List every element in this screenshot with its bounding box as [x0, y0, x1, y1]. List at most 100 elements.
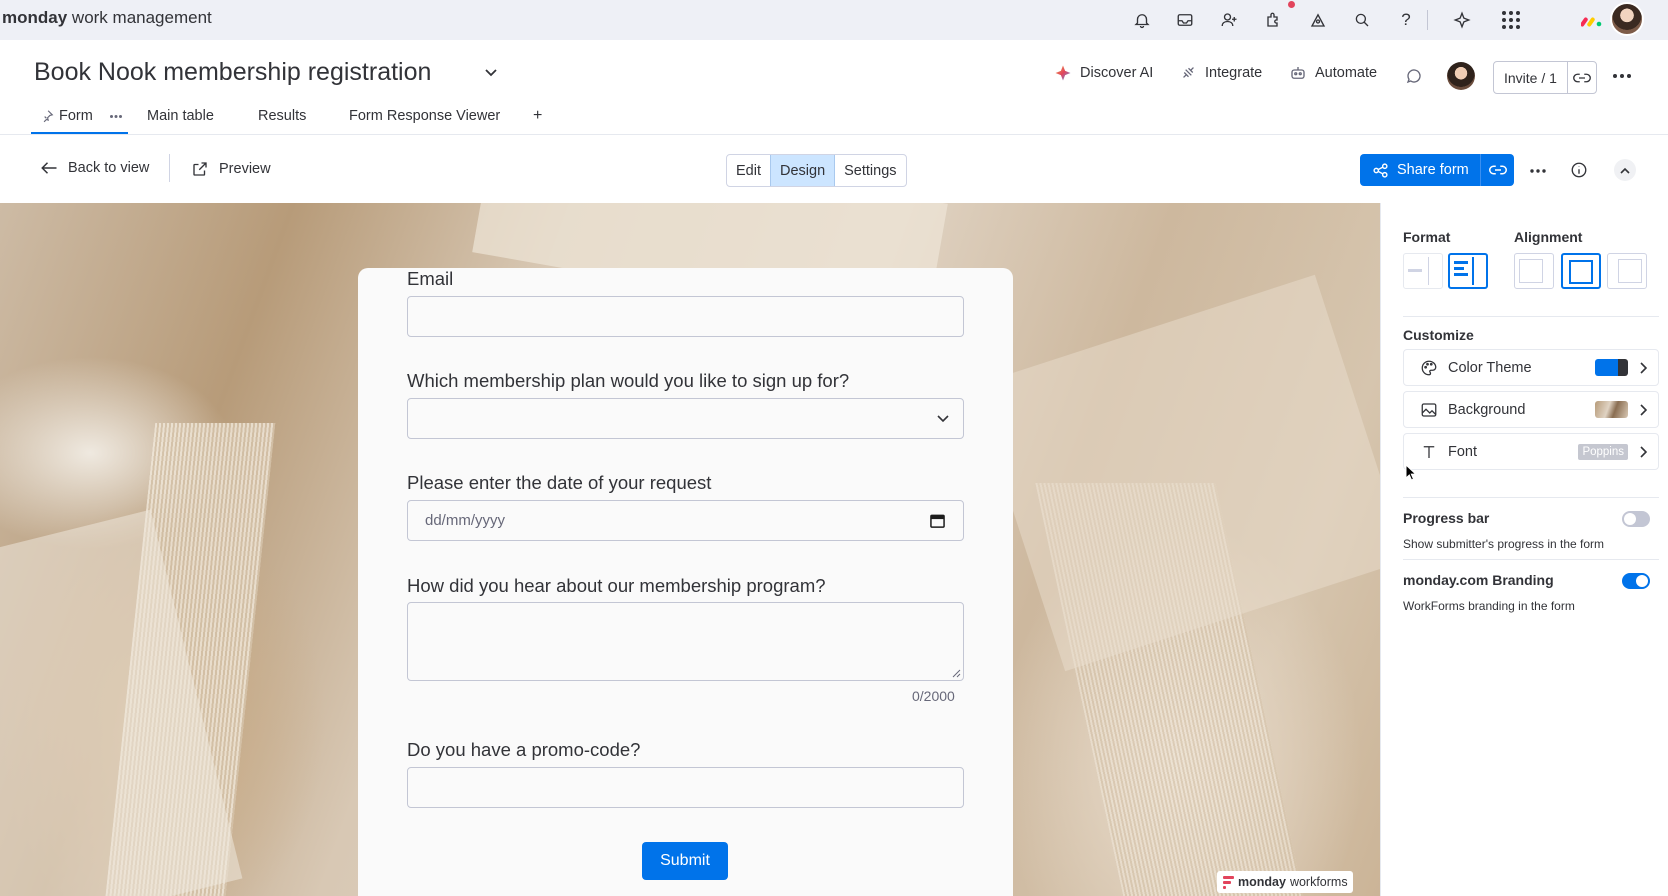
panel-divider — [1403, 497, 1659, 498]
progress-bar-toggle[interactable] — [1622, 511, 1650, 527]
info-icon[interactable] — [1568, 159, 1590, 181]
font-row[interactable]: Font Poppins — [1403, 433, 1659, 470]
tab-form[interactable]: Form — [40, 108, 122, 124]
collapse-icon[interactable] — [1614, 159, 1636, 181]
external-link-icon — [193, 162, 207, 176]
panel-divider — [1403, 316, 1659, 317]
branding-toggle[interactable] — [1622, 573, 1650, 589]
email-field[interactable] — [407, 296, 964, 337]
back-to-view-button[interactable]: Back to view — [40, 160, 149, 176]
progress-bar-description: Show submitter's progress in the form — [1403, 537, 1605, 551]
copy-form-link-icon[interactable] — [1480, 154, 1514, 186]
chevron-down-icon — [937, 415, 949, 423]
text-icon — [1423, 445, 1435, 458]
alignment-option-left[interactable] — [1514, 253, 1554, 289]
format-option-side[interactable] — [1448, 253, 1488, 289]
workforms-brand-bold: monday — [1238, 875, 1286, 889]
invite-label: Invite / 1 — [1494, 62, 1568, 93]
avatar[interactable] — [1610, 2, 1644, 36]
automate-button[interactable]: Automate — [1289, 64, 1377, 82]
color-theme-label: Color Theme — [1448, 359, 1532, 376]
branding-description: WorkForms branding in the form — [1403, 599, 1575, 613]
pin-icon — [43, 110, 54, 123]
comment-icon[interactable] — [1404, 66, 1424, 86]
form-more-options-icon[interactable] — [1527, 163, 1549, 179]
share-form-label: Share form — [1397, 162, 1469, 178]
integrate-label: Integrate — [1205, 64, 1263, 81]
brand-logo[interactable]: monday work management — [2, 8, 212, 28]
color-theme-swatch — [1595, 359, 1628, 376]
background-thumbnail — [1595, 401, 1628, 418]
apps-icon[interactable] — [1261, 7, 1287, 33]
monday-logo-icon[interactable] — [1579, 7, 1605, 33]
submit-button[interactable]: Submit — [642, 842, 728, 880]
question-hear-about-label: How did you hear about our membership pr… — [407, 575, 826, 596]
ai-sparkle-color-icon — [1055, 65, 1071, 81]
arrow-left-icon — [41, 162, 57, 174]
request-date-field[interactable]: dd/mm/yyyy — [407, 500, 964, 541]
date-placeholder: dd/mm/yyyy — [425, 512, 506, 529]
top-divider — [1427, 10, 1428, 30]
membership-plan-dropdown[interactable] — [407, 398, 964, 439]
alignment-option-center[interactable] — [1561, 253, 1601, 289]
board-owner-avatar[interactable] — [1447, 62, 1475, 90]
templates-icon[interactable] — [1305, 7, 1331, 33]
tab-form-response-viewer[interactable]: Form Response Viewer — [349, 108, 500, 124]
workforms-logo-icon — [1223, 875, 1234, 889]
bell-icon[interactable] — [1129, 7, 1155, 33]
image-icon — [1421, 402, 1437, 417]
copy-link-icon[interactable] — [1568, 72, 1596, 84]
preview-button[interactable]: Preview — [191, 160, 271, 178]
design-segment[interactable]: Design — [770, 155, 836, 186]
format-heading: Format — [1403, 229, 1451, 245]
toolbar-divider — [169, 154, 170, 182]
discover-ai-button[interactable]: Discover AI — [1054, 64, 1153, 82]
app-switcher-icon[interactable] — [1498, 7, 1524, 33]
more-options-icon[interactable] — [1610, 68, 1634, 84]
character-counter: 0/2000 — [912, 688, 955, 704]
tabs-divider — [0, 134, 1668, 135]
question-membership-plan-label: Which membership plan would you like to … — [407, 370, 850, 391]
ai-sparkle-icon[interactable] — [1449, 7, 1475, 33]
branding-heading: monday.com Branding — [1403, 572, 1554, 588]
help-icon[interactable]: ? — [1393, 7, 1419, 33]
tab-form-label: Form — [59, 108, 93, 124]
alignment-heading: Alignment — [1514, 229, 1583, 245]
chevron-down-icon[interactable] — [484, 68, 498, 78]
board-title[interactable]: Book Nook membership registration — [34, 58, 431, 87]
chevron-right-icon — [1628, 403, 1658, 416]
chevron-right-icon — [1628, 361, 1658, 374]
preview-label: Preview — [219, 161, 271, 177]
inbox-icon[interactable] — [1172, 7, 1198, 33]
chevron-right-icon — [1628, 445, 1658, 458]
progress-bar-heading: Progress bar — [1403, 510, 1490, 526]
integrate-icon — [1183, 67, 1194, 78]
robot-icon — [1291, 67, 1305, 79]
search-icon[interactable] — [1349, 7, 1375, 33]
tab-main-table[interactable]: Main table — [147, 108, 214, 124]
font-value-badge: Poppins — [1578, 443, 1628, 460]
alignment-option-right[interactable] — [1607, 253, 1647, 289]
integrate-button[interactable]: Integrate — [1180, 64, 1262, 81]
promo-code-field[interactable] — [407, 767, 964, 808]
calendar-icon[interactable] — [930, 513, 945, 528]
workforms-brand-rest: workforms — [1289, 875, 1348, 889]
edit-segment[interactable]: Edit — [727, 155, 770, 186]
question-promo-code-label: Do you have a promo-code? — [407, 739, 641, 760]
share-form-button[interactable]: Share form — [1360, 154, 1514, 186]
settings-segment[interactable]: Settings — [835, 155, 905, 186]
hear-about-textarea[interactable] — [407, 602, 964, 681]
format-option-classic[interactable] — [1403, 253, 1443, 289]
background-row[interactable]: Background — [1403, 391, 1659, 428]
mouse-cursor-icon — [1405, 464, 1417, 481]
invite-members-icon[interactable] — [1216, 7, 1242, 33]
invite-button[interactable]: Invite / 1 — [1493, 61, 1597, 94]
font-label: Font — [1448, 443, 1478, 460]
tab-results[interactable]: Results — [258, 108, 306, 124]
color-theme-row[interactable]: Color Theme — [1403, 349, 1659, 386]
back-to-view-label: Back to view — [68, 160, 150, 176]
resize-handle-icon[interactable] — [952, 669, 961, 678]
workforms-branding[interactable]: monday workforms — [1217, 871, 1353, 893]
tab-options-icon[interactable] — [109, 114, 122, 118]
add-view-button[interactable]: + — [533, 107, 542, 125]
